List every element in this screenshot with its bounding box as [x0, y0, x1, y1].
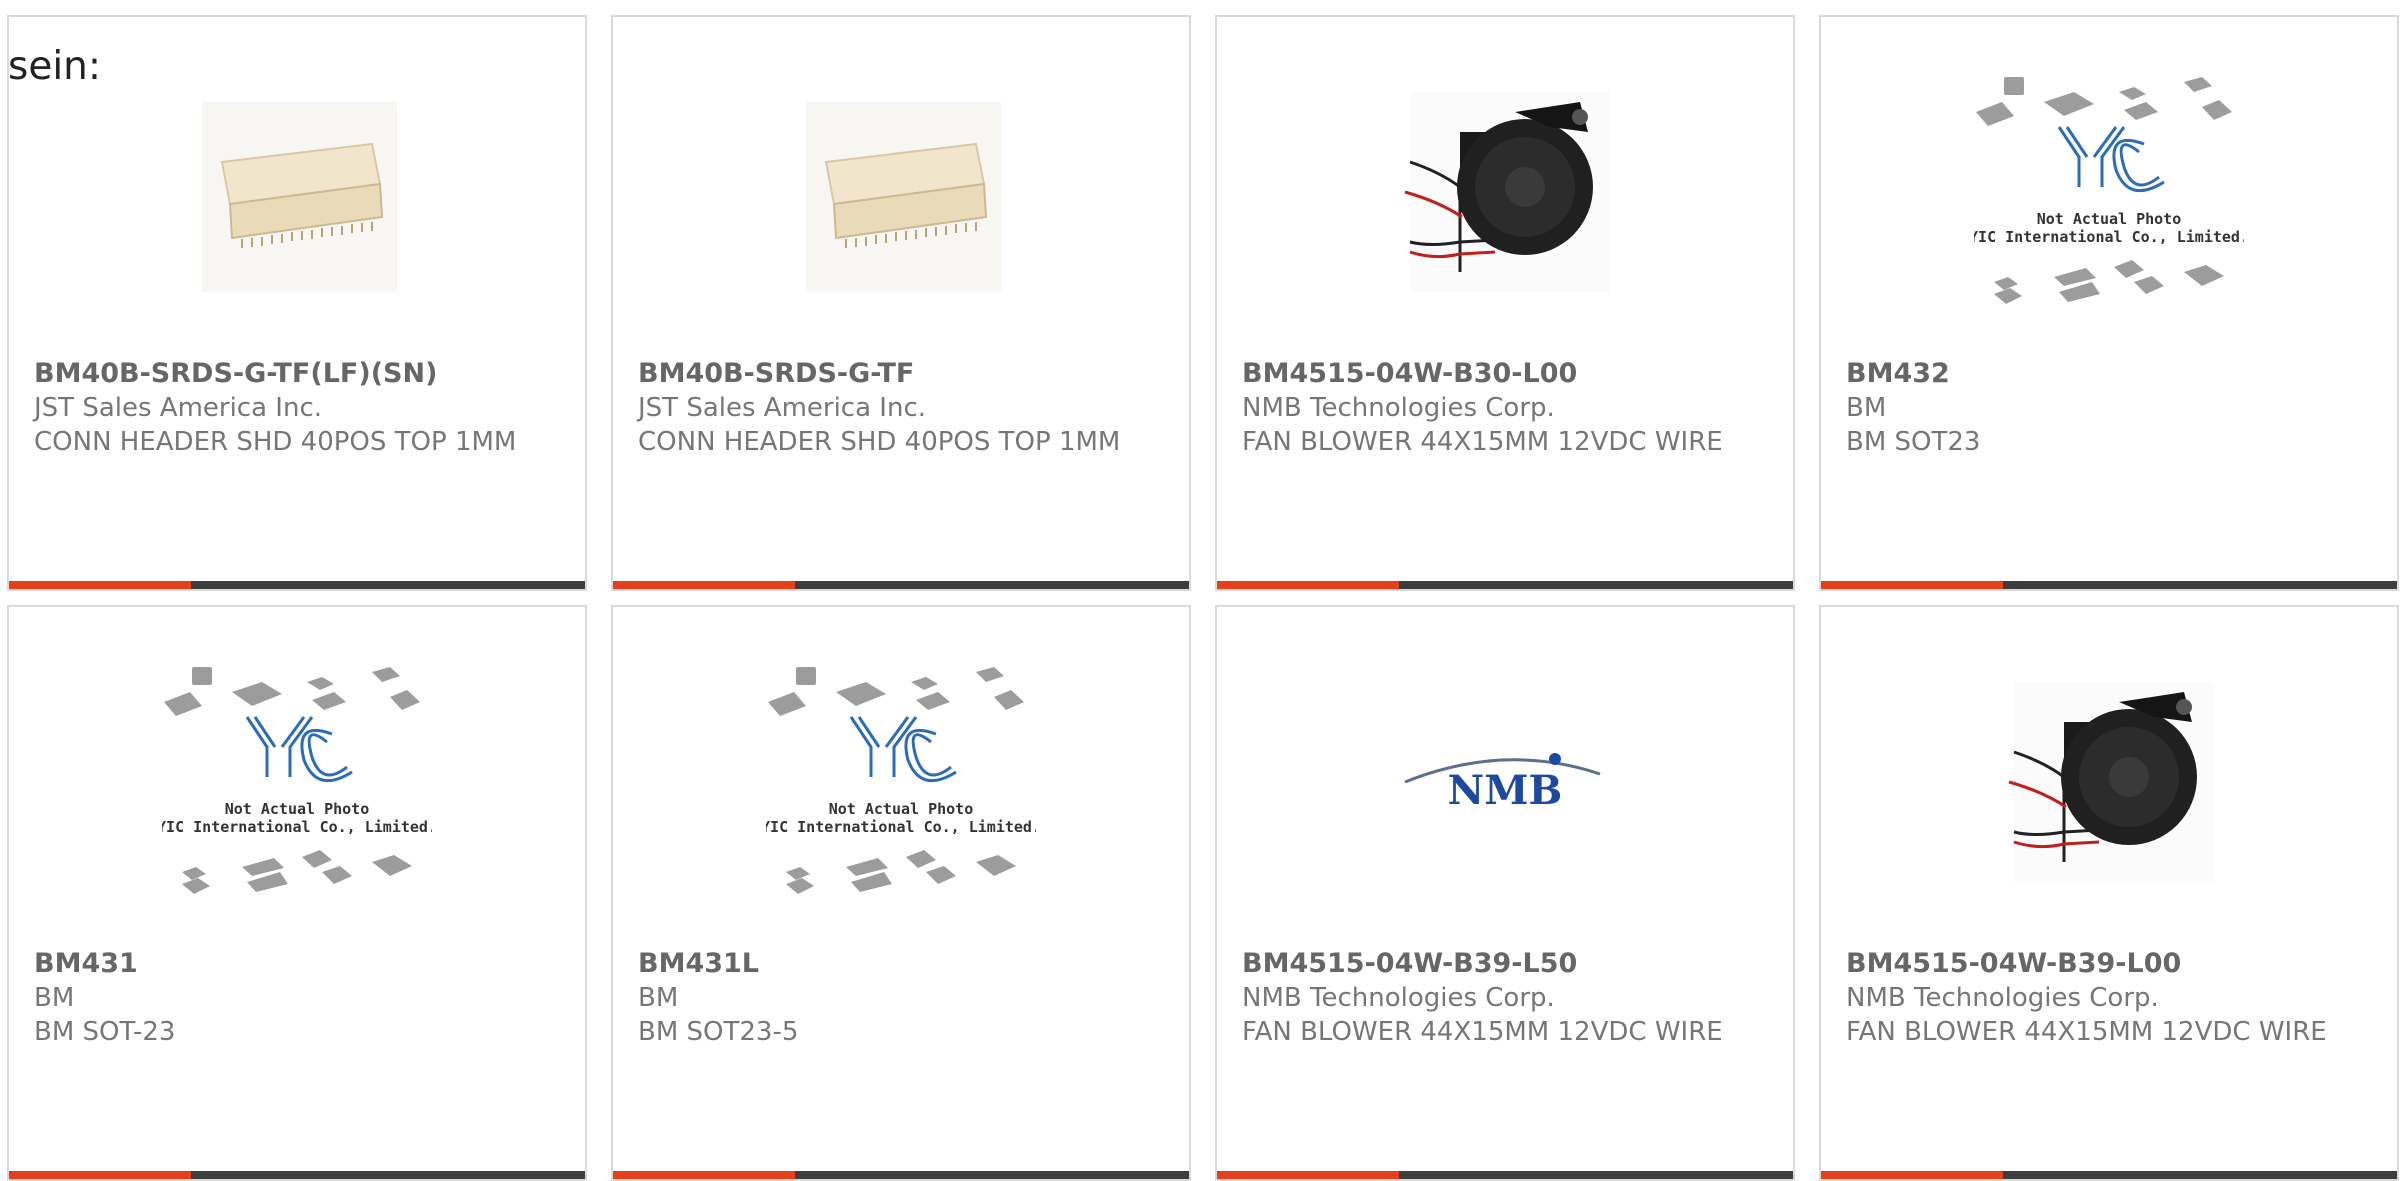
product-card[interactable]: BM4515-04W-B39-L00 NMB Technologies Corp.…	[1819, 605, 2399, 1181]
yic-placeholder-image: Not Actual Photo YIC International Co., …	[1974, 77, 2244, 304]
card-accent-bar	[9, 1171, 191, 1179]
manufacturer-name: BM	[1846, 393, 1887, 423]
card-accent-bar	[1217, 581, 1399, 589]
card-bottom-bar	[1821, 581, 2397, 589]
part-number-link[interactable]: BM4515-04W-B30-L00	[1242, 357, 1762, 391]
card-bottom-bar	[9, 1171, 585, 1179]
svg-text:Not Actual Photo: Not Actual Photo	[829, 800, 974, 818]
product-description: FAN BLOWER 44X15MM 12VDC WIRE	[1846, 1017, 2327, 1047]
card-accent-bar	[9, 581, 191, 589]
part-number-link[interactable]: BM432	[1846, 357, 2366, 391]
intro-text: sein:	[8, 44, 102, 89]
product-info: BM4515-04W-B39-L50 NMB Technologies Corp.…	[1242, 947, 1762, 1049]
card-accent-bar	[613, 1171, 795, 1179]
product-image[interactable]: NMB	[1217, 667, 1793, 897]
nmb-logo: NMB	[1404, 753, 1601, 814]
product-info: BM4515-04W-B30-L00 NMB Technologies Corp.…	[1242, 357, 1762, 459]
yic-placeholder-image: Not Actual Photo YIC International Co., …	[766, 667, 1036, 894]
product-card[interactable]: BM40B-SRDS-G-TF(LF)(SN) JST Sales America…	[7, 15, 587, 591]
product-image[interactable]: Not Actual Photo YIC International Co., …	[9, 667, 585, 897]
svg-text:Not Actual Photo: Not Actual Photo	[2037, 210, 2182, 228]
product-image[interactable]: Not Actual Photo YIC International Co., …	[1821, 77, 2397, 307]
product-description: BM SOT-23	[34, 1017, 176, 1047]
product-info: BM40B-SRDS-G-TF(LF)(SN) JST Sales America…	[34, 357, 554, 459]
product-card[interactable]: BM40B-SRDS-G-TF JST Sales America Inc. CON…	[611, 15, 1191, 591]
product-card[interactable]: NMB BM4515-04W-B39-L50 NMB Technologies C…	[1215, 605, 1795, 1181]
part-number-link[interactable]: BM4515-04W-B39-L00	[1846, 947, 2366, 981]
product-info: BM432 BM BM SOT23	[1846, 357, 2366, 459]
connector-image	[202, 102, 397, 292]
manufacturer-name: NMB Technologies Corp.	[1242, 983, 1555, 1013]
product-description: FAN BLOWER 44X15MM 12VDC WIRE	[1242, 427, 1723, 457]
yic-placeholder-image: Not Actual Photo YIC International Co., …	[162, 667, 432, 894]
product-info: BM40B-SRDS-G-TF JST Sales America Inc. CON…	[638, 357, 1158, 459]
product-card[interactable]: Not Actual Photo YIC International Co., …	[1819, 15, 2399, 591]
manufacturer-name: BM	[638, 983, 679, 1013]
product-description: BM SOT23	[1846, 427, 1981, 457]
card-bottom-bar	[1821, 1171, 2397, 1179]
card-accent-bar	[613, 581, 795, 589]
card-accent-bar	[1821, 581, 2003, 589]
part-number-link[interactable]: BM431	[34, 947, 554, 981]
product-description: BM SOT23-5	[638, 1017, 799, 1047]
product-image[interactable]: Not Actual Photo YIC International Co., …	[613, 667, 1189, 897]
card-bottom-bar	[613, 1171, 1189, 1179]
product-card[interactable]: Not Actual Photo YIC International Co., …	[7, 605, 587, 1181]
fan-image	[1404, 92, 1610, 292]
manufacturer-name: NMB Technologies Corp.	[1846, 983, 2159, 1013]
card-accent-bar	[1217, 1171, 1399, 1179]
svg-text:YIC International Co., Limited: YIC International Co., Limited.	[766, 818, 1036, 836]
product-grid: BM40B-SRDS-G-TF(LF)(SN) JST Sales America…	[7, 15, 2400, 1181]
svg-text:NMB: NMB	[1448, 767, 1563, 814]
svg-text:YIC International Co., Limited: YIC International Co., Limited.	[162, 818, 432, 836]
product-info: BM431 BM BM SOT-23	[34, 947, 554, 1049]
card-bottom-bar	[9, 581, 585, 589]
part-number-link[interactable]: BM40B-SRDS-G-TF(LF)(SN)	[34, 357, 554, 391]
card-bottom-bar	[613, 581, 1189, 589]
part-number-link[interactable]: BM431L	[638, 947, 1158, 981]
card-bottom-bar	[1217, 581, 1793, 589]
manufacturer-name: JST Sales America Inc.	[638, 393, 927, 423]
part-number-link[interactable]: BM40B-SRDS-G-TF	[638, 357, 1158, 391]
manufacturer-name: BM	[34, 983, 75, 1013]
product-description: CONN HEADER SHD 40POS TOP 1MM	[34, 427, 517, 457]
card-bottom-bar	[1217, 1171, 1793, 1179]
product-image[interactable]	[613, 77, 1189, 307]
product-image[interactable]	[1217, 77, 1793, 307]
fan-image	[2008, 682, 2214, 882]
product-description: CONN HEADER SHD 40POS TOP 1MM	[638, 427, 1121, 457]
manufacturer-name: JST Sales America Inc.	[34, 393, 323, 423]
product-info: BM431L BM BM SOT23-5	[638, 947, 1158, 1049]
card-accent-bar	[1821, 1171, 2003, 1179]
product-card[interactable]: Not Actual Photo YIC International Co., …	[611, 605, 1191, 1181]
connector-image	[806, 102, 1001, 292]
manufacturer-name: NMB Technologies Corp.	[1242, 393, 1555, 423]
part-number-link[interactable]: BM4515-04W-B39-L50	[1242, 947, 1762, 981]
svg-text:YIC International Co., Limited: YIC International Co., Limited.	[1974, 228, 2244, 246]
product-image[interactable]	[9, 77, 585, 307]
product-description: FAN BLOWER 44X15MM 12VDC WIRE	[1242, 1017, 1723, 1047]
product-info: BM4515-04W-B39-L00 NMB Technologies Corp.…	[1846, 947, 2366, 1049]
product-image[interactable]	[1821, 667, 2397, 897]
product-card[interactable]: BM4515-04W-B30-L00 NMB Technologies Corp.…	[1215, 15, 1795, 591]
svg-text:Not Actual Photo: Not Actual Photo	[225, 800, 370, 818]
